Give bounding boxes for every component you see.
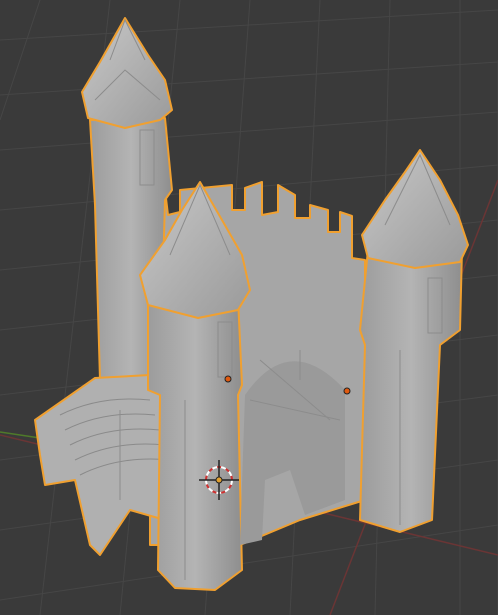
viewport-canvas[interactable] bbox=[0, 0, 498, 615]
vertex-dot-icon[interactable] bbox=[343, 387, 351, 395]
vertex-dot-icon[interactable] bbox=[224, 375, 232, 383]
3d-viewport[interactable] bbox=[0, 0, 498, 615]
roof-right bbox=[361, 149, 469, 269]
tower-right bbox=[359, 249, 463, 533]
tower-front-left bbox=[147, 297, 243, 591]
castle-model[interactable] bbox=[34, 17, 469, 591]
